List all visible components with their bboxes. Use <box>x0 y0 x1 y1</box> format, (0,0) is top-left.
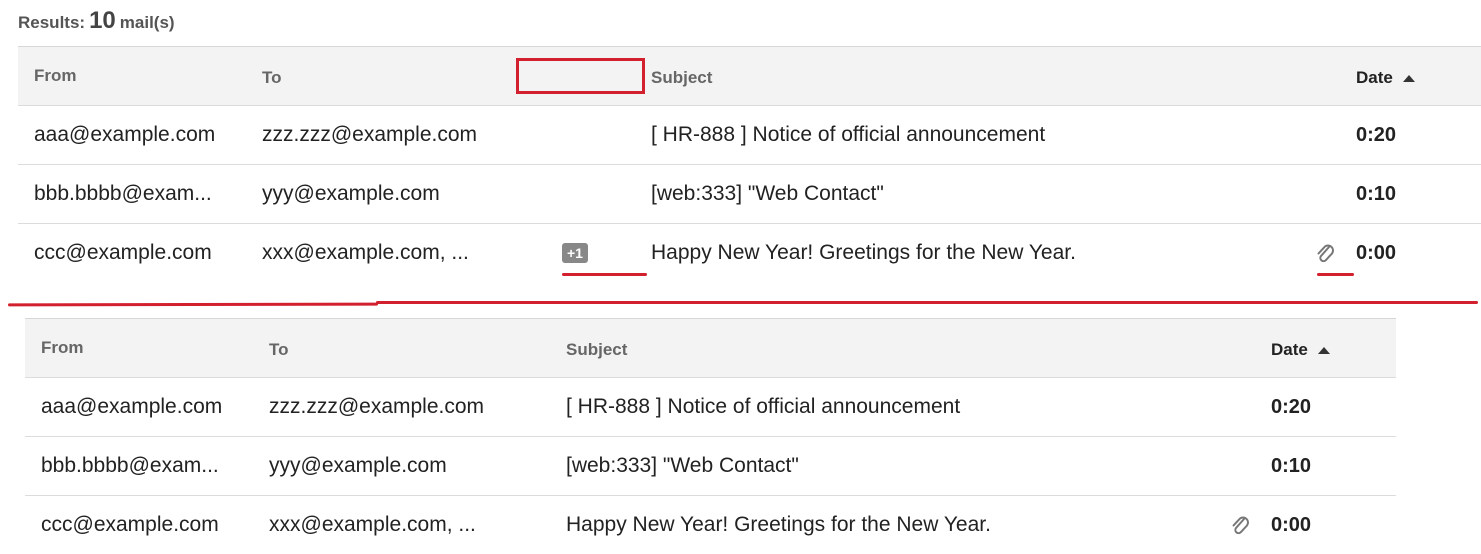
column-header-subject[interactable]: Subject <box>651 49 712 107</box>
to-cell: zzz.zzz@example.com <box>269 395 485 418</box>
column-header-from[interactable]: From <box>34 47 77 105</box>
sort-ascending-icon <box>1317 346 1330 354</box>
subject-cell: Happy New Year! Greetings for the New Ye… <box>566 513 991 536</box>
date-header-label: Date <box>1271 340 1308 359</box>
sort-ascending-icon <box>1402 74 1415 82</box>
subject-cell: [web:333] "Web Contact" <box>566 454 799 477</box>
date-cell: 0:00 <box>1271 513 1312 536</box>
to-cell: yyy@example.com <box>269 454 447 477</box>
mail-table-bottom: From To Subject Date aaa@example.com zzz… <box>25 318 1396 554</box>
date-header-label: Date <box>1356 68 1393 87</box>
date-cell: 0:10 <box>1356 182 1397 205</box>
annotation-divider <box>1108 301 1478 304</box>
column-header-to[interactable]: To <box>262 49 282 107</box>
column-header-date[interactable]: Date <box>1271 321 1330 379</box>
to-cell: zzz.zzz@example.com <box>262 123 478 146</box>
from-cell: bbb.bbbb@exam... <box>34 182 212 205</box>
results-unit: mail(s) <box>119 13 175 32</box>
extra-recipients-badge[interactable]: +1 <box>562 243 588 263</box>
to-cell: xxx@example.com, ... <box>262 241 469 264</box>
results-summary: Results: 10 mail(s) <box>18 7 175 35</box>
table-row[interactable]: aaa@example.com zzz.zzz@example.com [ HR… <box>25 378 1396 437</box>
table-row[interactable]: ccc@example.com xxx@example.com, ... Hap… <box>25 496 1396 554</box>
paperclip-icon[interactable] <box>1230 496 1250 554</box>
mail-table-top: From To Subject Date aaa@example.com zzz… <box>18 46 1481 282</box>
annotation-divider <box>7 302 379 307</box>
date-cell: 0:20 <box>1271 395 1312 418</box>
to-cell: xxx@example.com, ... <box>269 513 476 536</box>
date-cell: 0:20 <box>1356 123 1397 146</box>
annotation-underline-badge <box>562 273 647 276</box>
table-row[interactable]: ccc@example.com xxx@example.com, ... +1 … <box>18 224 1481 282</box>
date-cell: 0:10 <box>1271 454 1312 477</box>
column-header-date[interactable]: Date <box>1356 49 1415 107</box>
subject-cell: [ HR-888 ] Notice of official announceme… <box>651 123 1046 146</box>
table-row[interactable]: bbb.bbbb@exam... yyy@example.com [web:33… <box>18 165 1481 224</box>
annotation-underline-attachment <box>1317 273 1354 276</box>
from-cell: ccc@example.com <box>41 513 219 536</box>
date-cell: 0:00 <box>1356 241 1397 264</box>
annotation-divider <box>376 301 1111 304</box>
from-cell: aaa@example.com <box>41 395 223 418</box>
results-label: Results: <box>18 13 86 32</box>
from-cell: aaa@example.com <box>34 123 216 146</box>
table-row[interactable]: bbb.bbbb@exam... yyy@example.com [web:33… <box>25 437 1396 496</box>
subject-cell: [ HR-888 ] Notice of official announceme… <box>566 395 961 418</box>
subject-cell: Happy New Year! Greetings for the New Ye… <box>651 241 1076 264</box>
subject-cell: [web:333] "Web Contact" <box>651 182 884 205</box>
table-row[interactable]: aaa@example.com zzz.zzz@example.com [ HR… <box>18 106 1481 165</box>
from-cell: bbb.bbbb@exam... <box>41 454 219 477</box>
to-cell: yyy@example.com <box>262 182 440 205</box>
results-count: 10 <box>89 7 116 34</box>
column-header-from[interactable]: From <box>41 319 84 377</box>
annotation-highlight-box <box>516 58 645 94</box>
from-cell: ccc@example.com <box>34 241 212 264</box>
column-header-subject[interactable]: Subject <box>566 321 627 379</box>
table-header: From To Subject Date <box>18 47 1481 106</box>
table-header: From To Subject Date <box>25 319 1396 378</box>
column-header-to[interactable]: To <box>269 321 289 379</box>
